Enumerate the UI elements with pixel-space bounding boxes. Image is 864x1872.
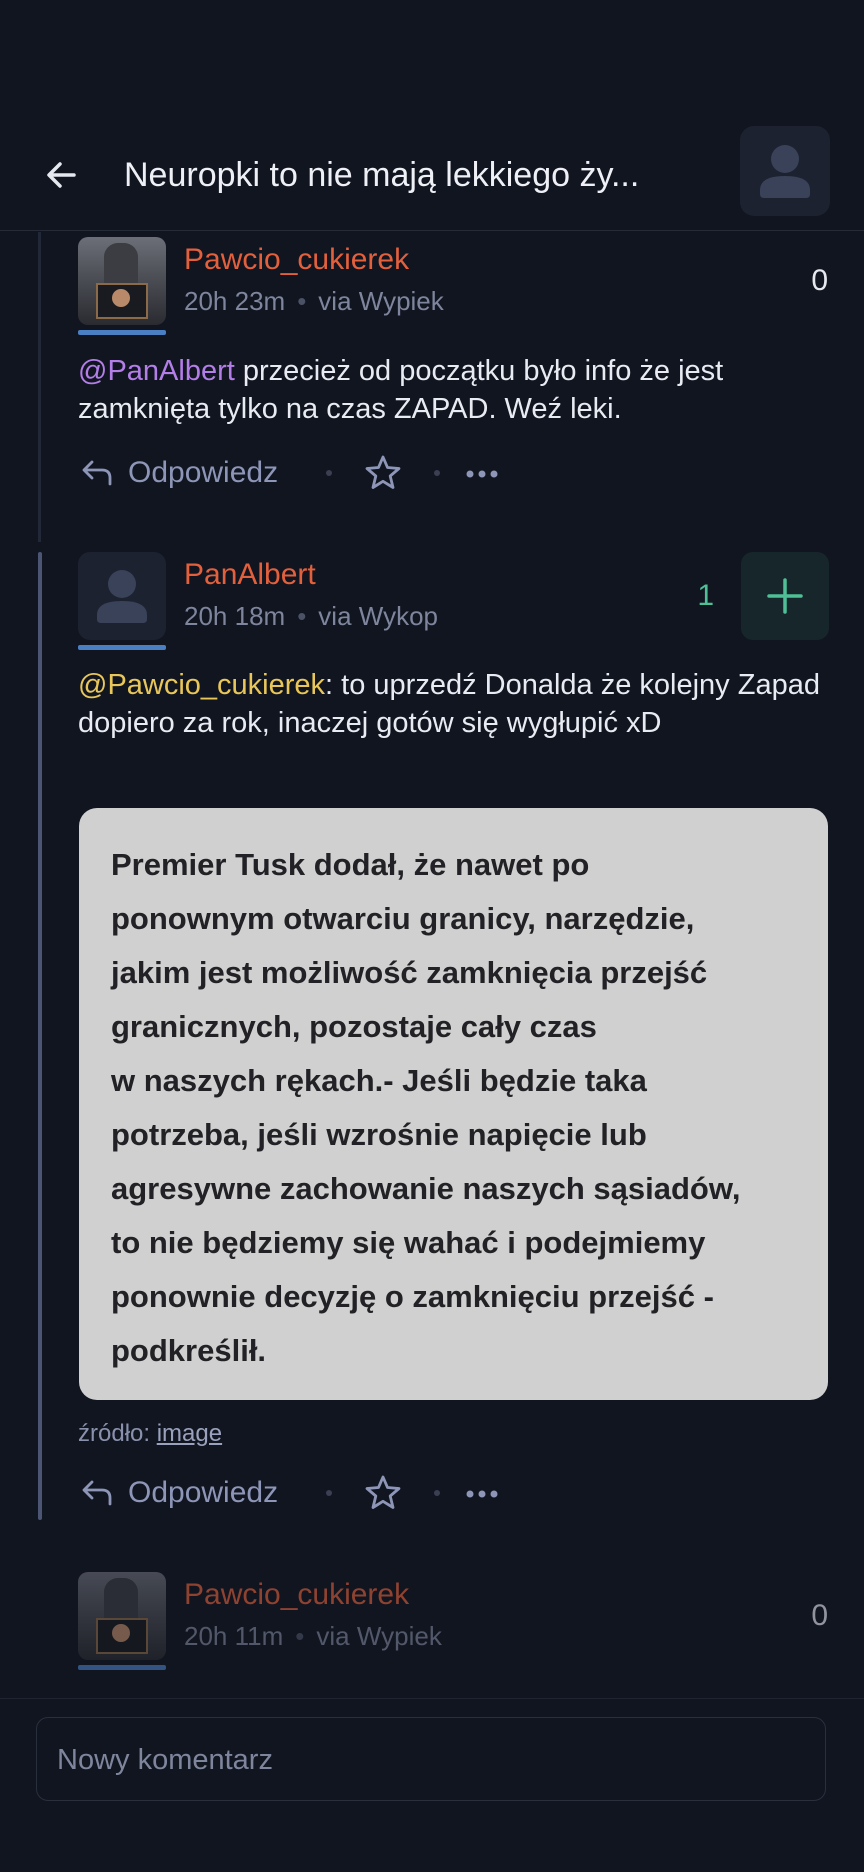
more-button[interactable] <box>464 456 500 492</box>
source-link[interactable]: image <box>157 1420 222 1447</box>
separator-dot <box>326 470 332 476</box>
arrow-left-icon <box>47 162 76 188</box>
mention-link[interactable]: @PanAlbert <box>78 355 235 387</box>
reply-label: Odpowiedz <box>128 456 279 489</box>
separator-dot <box>434 1490 440 1496</box>
mention-link[interactable]: @Pawcio_cukierek <box>78 669 325 701</box>
star-icon <box>365 455 401 489</box>
star-icon <box>365 1475 401 1509</box>
comment-meta: 20h 11m • via Wypiek <box>184 1621 442 1651</box>
comment-actions: Odpowiedz <box>78 1468 538 1518</box>
profile-button[interactable] <box>740 126 830 216</box>
timestamp: 20h 11m <box>184 1621 284 1651</box>
separator-dot <box>326 1490 332 1496</box>
user-icon <box>97 570 147 623</box>
new-comment-box[interactable] <box>36 1717 826 1802</box>
vote-score: 1 <box>697 579 714 612</box>
reply-icon <box>82 1480 112 1506</box>
reply-label: Odpowiedz <box>128 1476 279 1509</box>
embedded-image[interactable]: Premier Tusk dodał, że nawet po ponownym… <box>79 808 828 1400</box>
thread-line-active <box>38 552 42 1520</box>
avatar-underline <box>78 1665 166 1670</box>
comment-thread-page: Neuropki to nie mają lekkiego ży... Pawc… <box>0 0 864 1872</box>
page-title: Neuropki to nie mają lekkiego ży... <box>124 156 640 194</box>
image-text: Premier Tusk dodał, że nawet po ponownym… <box>111 847 741 1368</box>
username[interactable]: PanAlbert <box>184 558 316 592</box>
separator-dot <box>434 470 440 476</box>
comment-body: @PanAlbert przecież od początku było inf… <box>78 355 724 425</box>
user-icon <box>760 145 810 198</box>
more-icon <box>466 470 498 478</box>
comment-body: @Pawcio_cukierek: to uprzedź Donalda że … <box>78 669 820 739</box>
vote-score: 0 <box>811 264 828 297</box>
comment-meta: 20h 18m • via Wykop <box>184 601 438 631</box>
more-icon <box>466 1490 498 1498</box>
timestamp: 20h 18m <box>184 601 286 631</box>
back-button[interactable] <box>40 150 90 200</box>
username[interactable]: Pawcio_cukierek <box>184 243 409 277</box>
avatar[interactable] <box>78 1572 166 1660</box>
favorite-button[interactable] <box>362 1472 404 1514</box>
plus-icon <box>767 578 803 614</box>
vote-score: 0 <box>811 1599 828 1632</box>
favorite-button[interactable] <box>362 452 404 494</box>
thread-line <box>38 232 41 542</box>
avatar[interactable] <box>78 237 166 325</box>
reply-button[interactable]: Odpowiedz <box>78 1468 278 1518</box>
via-source: via Wypiek <box>318 286 444 316</box>
comment-composer <box>0 1698 864 1872</box>
avatar-underline <box>78 330 166 335</box>
via-source: via Wypiek <box>316 1621 442 1651</box>
via-source: via Wykop <box>318 601 438 631</box>
comment-meta: 20h 23m • via Wypiek <box>184 286 444 316</box>
timestamp: 20h 23m <box>184 286 286 316</box>
comment-actions: Odpowiedz <box>78 448 538 498</box>
reply-button[interactable]: Odpowiedz <box>78 448 278 498</box>
top-bar: Neuropki to nie mają lekkiego ży... <box>0 120 864 231</box>
image-source: źródło: image <box>78 1420 223 1447</box>
reply-icon <box>82 460 112 486</box>
new-comment-input[interactable] <box>55 1718 809 1802</box>
upvote-button[interactable] <box>741 552 829 640</box>
username[interactable]: Pawcio_cukierek <box>184 1578 409 1612</box>
avatar-underline <box>78 645 166 650</box>
more-button[interactable] <box>464 1476 500 1512</box>
avatar[interactable] <box>78 552 166 640</box>
